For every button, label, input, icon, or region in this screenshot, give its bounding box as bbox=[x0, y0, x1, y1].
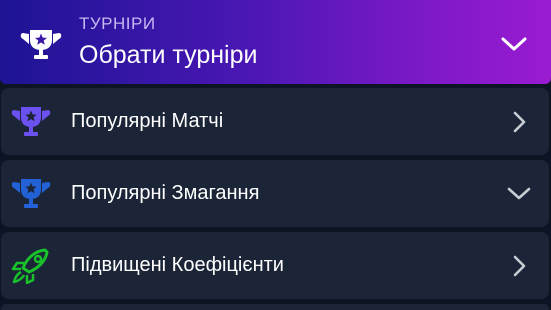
menu-item-label: Популярні Змагання bbox=[71, 182, 260, 204]
section-title: Обрати турніри bbox=[79, 41, 258, 69]
section-kicker: ТУРНІРИ bbox=[79, 14, 156, 33]
trophy-icon bbox=[20, 30, 62, 59]
menu-item-boosted-odds[interactable]: Підвищені Коефіцієнти bbox=[1, 232, 549, 299]
chevron-right-icon[interactable] bbox=[505, 252, 533, 280]
menu-item-partial[interactable] bbox=[1, 304, 549, 310]
menu-item-popular-competitions[interactable]: Популярні Змагання bbox=[1, 160, 549, 227]
trophy-star-icon bbox=[11, 107, 51, 136]
menu-item-label: Підвищені Коефіцієнти bbox=[71, 254, 284, 276]
chevron-right-icon[interactable] bbox=[505, 108, 533, 136]
tournaments-selector-header[interactable]: ТУРНІРИ Обрати турніри bbox=[0, 0, 551, 84]
tournament-menu: ТУРНІРИ Обрати турніри Популярні Матчі П… bbox=[0, 0, 551, 310]
rocket-icon bbox=[11, 248, 49, 284]
chevron-down-icon[interactable] bbox=[499, 34, 529, 54]
menu-item-label: Популярні Матчі bbox=[71, 110, 224, 132]
chevron-down-icon[interactable] bbox=[505, 180, 533, 208]
trophy-star-icon bbox=[11, 179, 51, 208]
menu-item-popular-matches[interactable]: Популярні Матчі bbox=[1, 88, 549, 155]
